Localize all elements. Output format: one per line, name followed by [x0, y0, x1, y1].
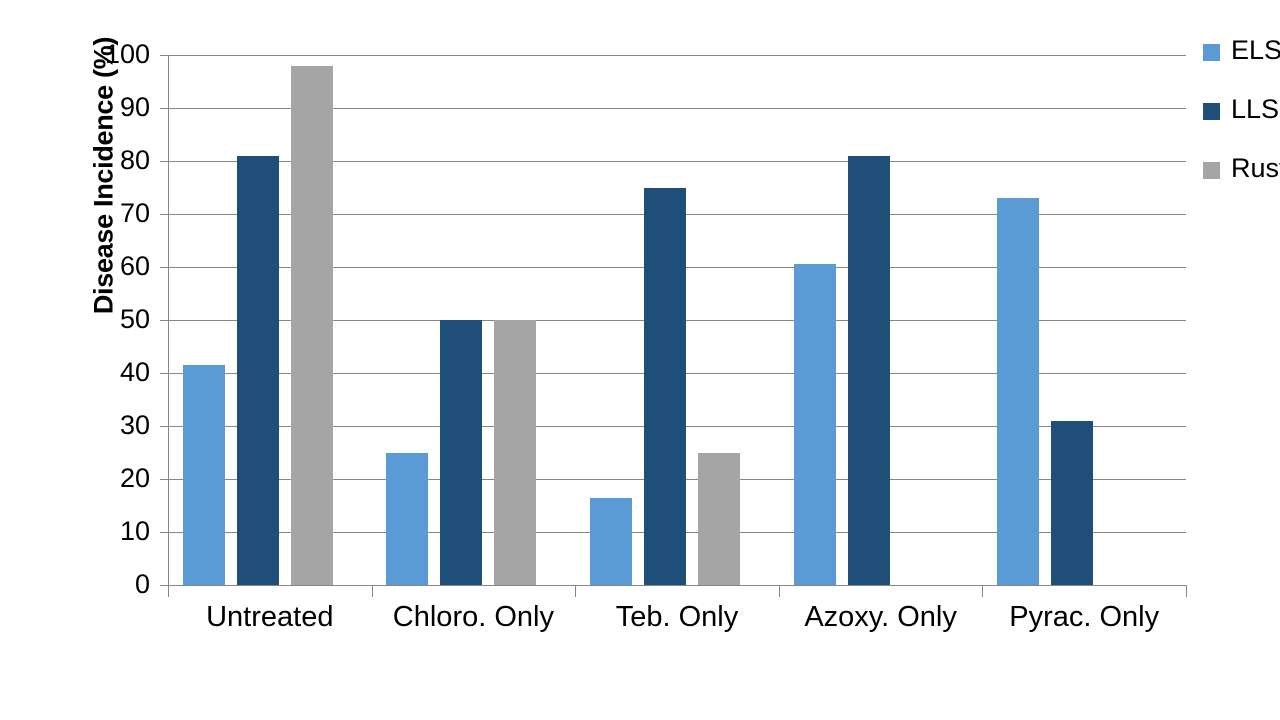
y-axis-tick-label: 60 [119, 251, 150, 281]
legend-swatch-icon [1203, 103, 1220, 120]
legend-swatch-icon [1203, 44, 1220, 61]
x-axis-tick-label: Chloro. Only [392, 601, 554, 633]
bar-els-0 [182, 365, 225, 585]
category-separator [778, 585, 780, 597]
bar-lls-3 [847, 155, 890, 585]
category-separator [982, 585, 984, 597]
x-axis-line [168, 585, 1187, 586]
category-separator [371, 585, 373, 597]
bar-rust-2 [698, 452, 740, 585]
y-axis-tick-label: 40 [119, 357, 150, 387]
y-axis-tick-label: 0 [134, 569, 150, 599]
bar-els-4 [997, 198, 1040, 585]
y-axis-tick-mark [160, 267, 168, 268]
y-axis-tick-mark [160, 214, 168, 215]
y-axis-tick-mark [160, 585, 168, 586]
y-axis-tick-label: 100 [104, 39, 150, 69]
legend-item-els[interactable]: ELS [1203, 35, 1280, 97]
x-axis-tick-label: Pyrac. Only [1009, 601, 1160, 633]
y-axis-tick-mark [160, 373, 168, 374]
bar-els-2 [590, 497, 632, 585]
y-axis-tick-mark [160, 161, 168, 162]
y-axis-tick-label: 80 [119, 145, 150, 175]
x-axis-tick-label: Teb. Only [615, 601, 739, 633]
x-axis-tick-labels: Untreated Chloro. Only Teb. Only Azoxy. Onl… [168, 600, 1186, 650]
y-axis-tick-mark [160, 108, 168, 109]
y-axis-tick-label: 10 [119, 516, 150, 546]
bar-rust-0 [290, 65, 333, 585]
bar-rust-1 [494, 320, 537, 585]
y-axis-tick-mark [160, 479, 168, 480]
bar-lls-2 [644, 187, 686, 585]
y-axis-tick-mark [160, 426, 168, 427]
chart-legend: ELS LLS Rust [1203, 35, 1280, 215]
bar-els-3 [793, 264, 836, 585]
y-axis-tick-label: 70 [119, 198, 150, 228]
bar-lls-0 [236, 155, 279, 585]
y-axis-tick-labels: 100 90 80 70 60 50 40 30 20 10 0 [90, 0, 150, 720]
y-axis-tick-label: 30 [119, 410, 150, 440]
legend-label: ELS [1231, 35, 1280, 65]
bar-lls-4 [1051, 420, 1094, 585]
x-axis-tick-label: Untreated [206, 601, 334, 633]
y-axis-tick-mark [160, 532, 168, 533]
legend-label: LLS [1231, 94, 1280, 124]
legend-label: Rust [1231, 153, 1280, 183]
legend-swatch-icon [1203, 162, 1220, 179]
bar-series-layer [168, 55, 1186, 585]
y-axis-tick-mark [160, 320, 168, 321]
legend-item-rust[interactable]: Rust [1203, 153, 1280, 215]
y-axis-tick-label: 50 [119, 304, 150, 334]
y-axis-tick-label: 20 [119, 463, 150, 493]
legend-item-lls[interactable]: LLS [1203, 94, 1280, 156]
bar-lls-1 [440, 320, 483, 585]
category-separator [1186, 585, 1187, 597]
bar-chart: Disease Incidence (%) 100 90 80 70 60 50 40 30 2… [0, 0, 1280, 720]
y-axis-tick-label: 90 [119, 92, 150, 122]
bar-els-1 [386, 452, 429, 585]
category-separator [168, 585, 169, 597]
y-axis-tick-mark [160, 55, 168, 56]
x-axis-tick-label: Azoxy. Only [804, 601, 957, 633]
category-separator [575, 585, 577, 597]
